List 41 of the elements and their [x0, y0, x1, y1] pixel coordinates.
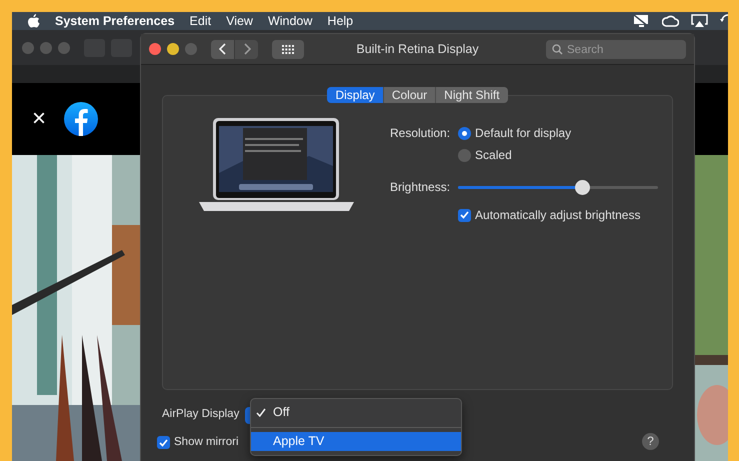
field-label: Brightness:	[390, 179, 450, 196]
checkbox-label: Show mirrori	[174, 435, 239, 450]
window-title: Built-in Retina Display	[356, 40, 479, 58]
menu-item[interactable]: Help	[327, 12, 354, 30]
forward-button[interactable]	[235, 40, 258, 58]
tab[interactable]: Night Shift	[436, 87, 508, 103]
radio-button[interactable]	[458, 126, 472, 140]
menu-item[interactable]: View	[226, 12, 253, 30]
airplay-icon	[691, 14, 708, 28]
tab[interactable]: Colour	[384, 87, 436, 103]
search-field[interactable]: Search	[546, 40, 686, 59]
field-label: AirPlay Display	[162, 407, 240, 422]
menu-item[interactable]: Apple TV	[251, 432, 461, 451]
menu-item[interactable]: Off	[251, 403, 461, 422]
checkbox[interactable]	[157, 436, 170, 450]
radio-button[interactable]	[458, 148, 472, 162]
show-all-button[interactable]	[272, 40, 304, 58]
apple-icon	[28, 14, 40, 28]
checkbox-label: Automatically adjust brightness	[475, 207, 640, 224]
close-button[interactable]	[149, 43, 161, 55]
checkmark-icon	[256, 408, 266, 417]
tab[interactable]: Display	[327, 87, 384, 103]
app-menu[interactable]: System Preferences	[55, 12, 175, 30]
slider-thumb[interactable]	[575, 180, 590, 195]
minimize-button[interactable]	[167, 43, 179, 55]
close-button[interactable]: ×	[32, 107, 46, 131]
option-label: Default for display	[475, 125, 572, 142]
help-button[interactable]: ?	[642, 433, 659, 450]
menu-item[interactable]: Edit	[190, 12, 212, 30]
grid-icon	[282, 44, 294, 54]
search-icon	[552, 44, 563, 54]
facebook-logo-icon	[64, 102, 98, 136]
checkbox[interactable]	[458, 208, 472, 222]
menu-item[interactable]: Window	[268, 12, 312, 30]
cloud-icon	[662, 15, 679, 27]
option-label: Scaled	[475, 147, 512, 164]
back-button[interactable]	[211, 40, 234, 58]
chevron-right-icon	[242, 43, 250, 55]
field-label: Resolution:	[390, 125, 450, 142]
chevron-left-icon	[218, 43, 226, 55]
laptop-icon	[199, 118, 354, 211]
